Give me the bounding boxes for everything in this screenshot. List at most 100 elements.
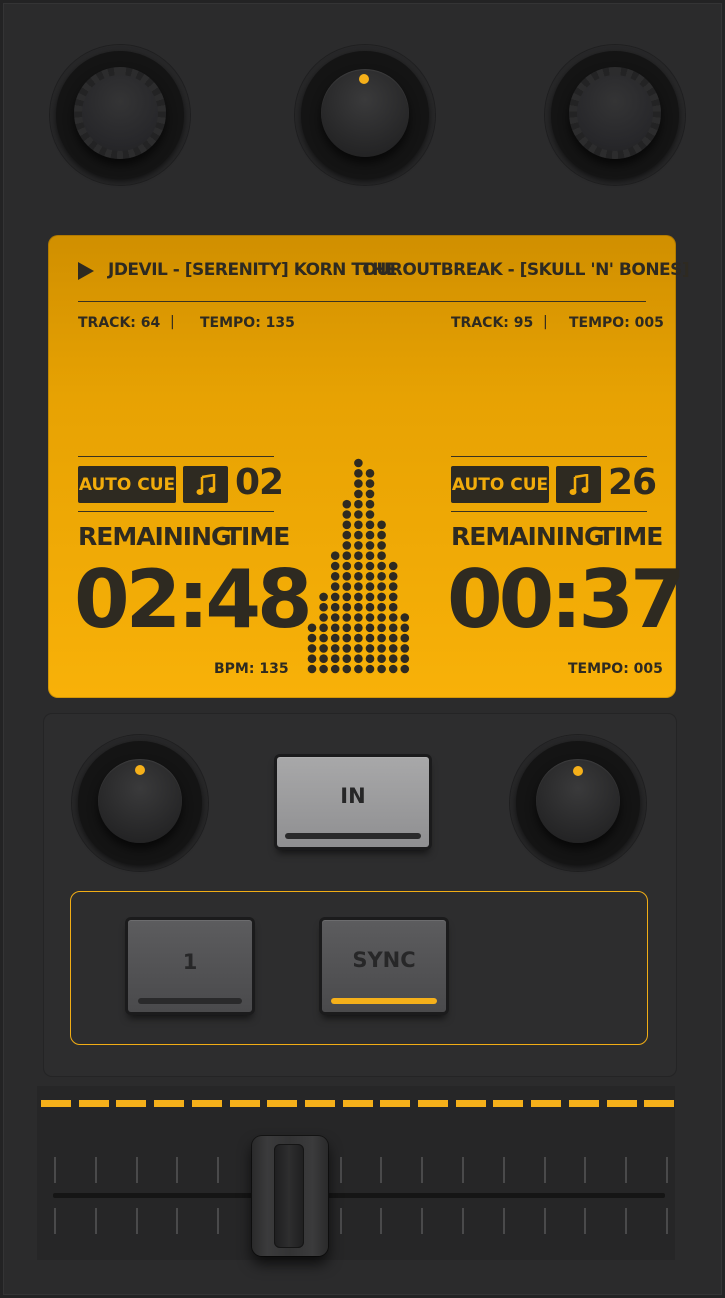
spectrum-dot xyxy=(365,499,375,509)
left-time-label: TIME xyxy=(225,522,290,551)
scale-dash xyxy=(78,1100,109,1107)
top-knob-center[interactable] xyxy=(301,51,429,179)
spectrum-dot xyxy=(377,592,386,602)
fader-tick xyxy=(502,1208,505,1234)
spectrum-dot xyxy=(365,623,375,633)
spectrum-dot xyxy=(307,644,317,653)
spectrum-dot xyxy=(377,602,386,612)
sync-button[interactable]: SYNC xyxy=(322,920,446,1012)
spectrum-dot xyxy=(365,510,375,519)
spectrum-dot xyxy=(330,664,340,674)
scale-dash xyxy=(191,1100,222,1107)
spectrum-dot xyxy=(365,561,375,571)
spectrum-dot xyxy=(307,633,317,643)
spectrum-dot xyxy=(342,561,352,571)
panel-knob-right[interactable] xyxy=(516,741,640,865)
right-cue-music-badge[interactable] xyxy=(556,466,601,503)
scale-dash xyxy=(41,1100,71,1107)
spectrum-dot xyxy=(377,530,386,540)
spectrum-dot xyxy=(342,551,352,560)
sync-indicator xyxy=(331,998,437,1004)
spectrum-dot xyxy=(319,664,328,674)
spectrum-dot xyxy=(365,572,375,581)
spectrum-dot xyxy=(377,520,386,530)
spectrum-dot xyxy=(354,541,363,550)
spectrum-dot xyxy=(377,664,386,674)
top-knob-right[interactable] xyxy=(551,51,679,179)
scale-dash xyxy=(531,1100,562,1107)
crossfader-handle[interactable] xyxy=(252,1136,328,1256)
right-separator: | xyxy=(543,314,548,330)
spectrum-dot xyxy=(400,623,410,633)
left-auto-cue-label: AUTO CUE xyxy=(78,474,176,495)
spectrum-dot xyxy=(400,633,410,643)
spectrum-dot xyxy=(388,592,398,602)
in-button[interactable]: IN xyxy=(277,757,429,847)
left-auto-cue-badge[interactable]: AUTO CUE xyxy=(78,466,176,503)
spectrum-dot xyxy=(354,499,363,509)
spectrum-dot xyxy=(365,530,375,540)
knob-indicator-dot xyxy=(359,74,369,84)
spectrum-dot xyxy=(377,613,386,622)
spectrum-dot xyxy=(388,654,398,663)
knob-icon xyxy=(569,67,661,159)
spectrum-dot xyxy=(330,654,340,663)
fader-tick xyxy=(217,1157,220,1183)
spectrum-dot xyxy=(354,479,363,488)
scale-dash xyxy=(568,1100,599,1107)
spectrum-dot xyxy=(354,530,363,540)
fader-tick xyxy=(176,1157,179,1183)
scale-dash xyxy=(342,1100,373,1107)
right-cue-top-line xyxy=(451,456,647,457)
spectrum-dot xyxy=(365,613,375,622)
spectrum-dot xyxy=(365,644,375,653)
fader-tick xyxy=(502,1157,505,1183)
in-button-indicator xyxy=(285,833,421,839)
spectrum-dot xyxy=(354,654,363,663)
spectrum-dot xyxy=(377,541,386,550)
knob-icon xyxy=(74,67,166,159)
spectrum-dot xyxy=(388,582,398,591)
spectrum-dot xyxy=(365,654,375,663)
music-note-icon xyxy=(196,473,215,495)
spectrum-dot xyxy=(342,602,352,612)
left-remaining-label: REMAINING xyxy=(78,522,232,551)
fader-tick xyxy=(543,1157,546,1183)
left-cue-number: 02 xyxy=(235,462,284,503)
spectrum-dot xyxy=(319,633,328,643)
spectrum-dot xyxy=(330,633,340,643)
top-knob-left[interactable] xyxy=(56,51,184,179)
spectrum-dot xyxy=(365,489,375,499)
spectrum-dot xyxy=(342,623,352,633)
fader-tick xyxy=(339,1208,342,1234)
fader-tick xyxy=(217,1208,220,1234)
right-time-label: TIME xyxy=(598,522,663,551)
spectrum-dot xyxy=(319,654,328,663)
scale-dash xyxy=(154,1100,185,1107)
spectrum-dot xyxy=(319,623,328,633)
left-cue-top-line xyxy=(78,456,274,457)
spectrum-dot xyxy=(400,664,410,674)
right-auto-cue-badge[interactable]: AUTO CUE xyxy=(451,466,549,503)
panel-knob-left[interactable] xyxy=(78,741,202,865)
spectrum-dot xyxy=(400,654,410,663)
left-separator: | xyxy=(170,314,175,330)
fader-tick xyxy=(584,1208,587,1234)
fader-tick xyxy=(54,1208,56,1234)
fader-tick xyxy=(135,1157,138,1183)
spectrum-dot xyxy=(377,561,386,571)
pad-1-button[interactable]: 1 xyxy=(128,920,252,1012)
spectrum-dot xyxy=(342,664,352,674)
scale-dash xyxy=(493,1100,524,1107)
fader-tick xyxy=(584,1157,587,1183)
left-cue-music-badge[interactable] xyxy=(183,466,228,503)
spectrum-dot xyxy=(342,592,352,602)
scale-dash xyxy=(418,1100,448,1107)
spectrum-dot xyxy=(354,623,363,633)
spectrum-dot xyxy=(342,541,352,550)
now-playing-right: THE OUTBREAK - [SKULL 'N' BONES] xyxy=(361,260,690,280)
spectrum-dot xyxy=(365,633,375,643)
spectrum-dot xyxy=(354,664,363,674)
fader-tick xyxy=(625,1208,628,1234)
right-remaining-time: 00:37 xyxy=(447,553,686,646)
